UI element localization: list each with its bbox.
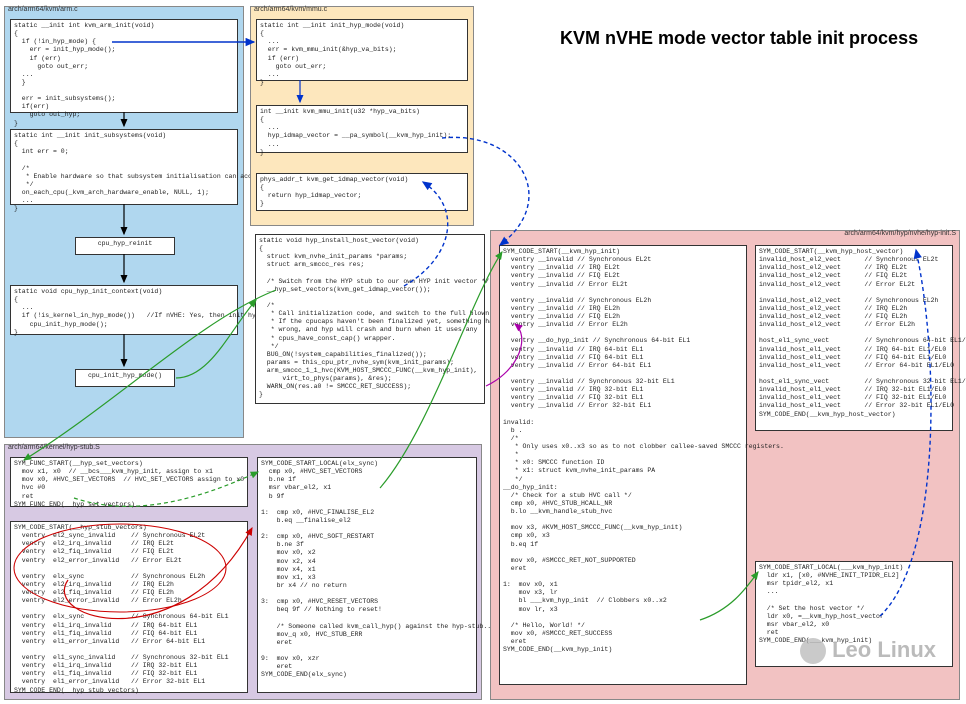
file-label-mmu-c: arch/arm64/kvm/mmu.c xyxy=(254,6,327,13)
block-init-hyp-mode: static int __init init_hyp_mode(void) { … xyxy=(256,19,468,81)
page-title: KVM nVHE mode vector table init process xyxy=(560,28,918,49)
block-cpu-hyp-reinit: cpu_hyp_reinit xyxy=(75,237,175,255)
code-init-hyp-mode: static int __init init_hyp_mode(void) { … xyxy=(260,22,464,87)
code-kvm-arm-init: static __init int kvm_arm_init(void) { i… xyxy=(14,22,234,128)
code-elx-sync: SYM_CODE_START_LOCAL(elx_sync) cmp x0, #… xyxy=(261,460,473,679)
watermark-icon xyxy=(800,638,826,664)
block-init-subsystems: static int __init init_subsystems(void) … xyxy=(10,129,238,205)
code-hyp-set-vectors: SYM_FUNC_START(__hyp_set_vectors) mov x1… xyxy=(14,460,244,509)
watermark: Leo Linux xyxy=(800,637,936,664)
file-label-hyp-stub: arch/arm64/kernel/hyp-stub.S xyxy=(8,444,100,451)
block-kvm-hyp-host-vector: SYM_CODE_START(__kvm_hyp_host_vector) in… xyxy=(755,245,953,431)
watermark-text: Leo Linux xyxy=(832,637,936,662)
block-cpu-hyp-init-context: static void cpu_hyp_init_context(void) {… xyxy=(10,285,238,335)
code-kvm-get-idmap-vector: phys_addr_t kvm_get_idmap_vector(void) {… xyxy=(260,176,464,209)
code-kvm-hyp-init: SYM_CODE_START(__kvm_hyp_init) ventry __… xyxy=(503,248,743,654)
panel-hyp-init: arch/arm64/kvm/hyp/nvhe/hyp-init.S SYM_C… xyxy=(490,230,960,700)
block-hyp-set-vectors: SYM_FUNC_START(__hyp_set_vectors) mov x1… xyxy=(10,457,248,507)
code-cpu-hyp-reinit: cpu_hyp_reinit xyxy=(79,240,171,248)
code-kvm-hyp-init-local: SYM_CODE_START_LOCAL(___kvm_hyp_init) ld… xyxy=(759,564,949,645)
code-hyp-install-host-vector: static void hyp_install_host_vector(void… xyxy=(259,237,481,400)
code-cpu-hyp-init-context: static void cpu_hyp_init_context(void) {… xyxy=(14,288,234,337)
code-kvm-mmu-init: int __init kvm_mmu_init(u32 *hyp_va_bits… xyxy=(260,108,464,157)
block-elx-sync: SYM_CODE_START_LOCAL(elx_sync) cmp x0, #… xyxy=(257,457,477,693)
code-init-subsystems: static int __init init_subsystems(void) … xyxy=(14,132,234,213)
code-hyp-stub-vectors: SYM_CODE_START(__hyp_stub_vectors) ventr… xyxy=(14,524,244,695)
code-cpu-init-hyp-mode: cpu_init_hyp_mode() xyxy=(79,372,171,380)
code-kvm-hyp-host-vector: SYM_CODE_START(__kvm_hyp_host_vector) in… xyxy=(759,248,949,419)
block-hyp-stub-vectors: SYM_CODE_START(__hyp_stub_vectors) ventr… xyxy=(10,521,248,693)
file-label-arm-c: arch/arm64/kvm/arm.c xyxy=(8,6,78,13)
panel-arm-c: arch/arm64/kvm/arm.c static __init int k… xyxy=(4,6,244,438)
block-kvm-arm-init: static __init int kvm_arm_init(void) { i… xyxy=(10,19,238,113)
block-hyp-install-host-vector: static void hyp_install_host_vector(void… xyxy=(255,234,485,404)
block-cpu-init-hyp-mode: cpu_init_hyp_mode() xyxy=(75,369,175,387)
block-kvm-get-idmap-vector: phys_addr_t kvm_get_idmap_vector(void) {… xyxy=(256,173,468,211)
block-kvm-hyp-init: SYM_CODE_START(__kvm_hyp_init) ventry __… xyxy=(499,245,747,685)
panel-hyp-stub: arch/arm64/kernel/hyp-stub.S SYM_FUNC_ST… xyxy=(4,444,482,700)
file-label-hyp-init: arch/arm64/kvm/hyp/nvhe/hyp-init.S xyxy=(844,230,956,237)
block-kvm-mmu-init: int __init kvm_mmu_init(u32 *hyp_va_bits… xyxy=(256,105,468,153)
panel-mmu-c: arch/arm64/kvm/mmu.c static int __init i… xyxy=(250,6,474,226)
